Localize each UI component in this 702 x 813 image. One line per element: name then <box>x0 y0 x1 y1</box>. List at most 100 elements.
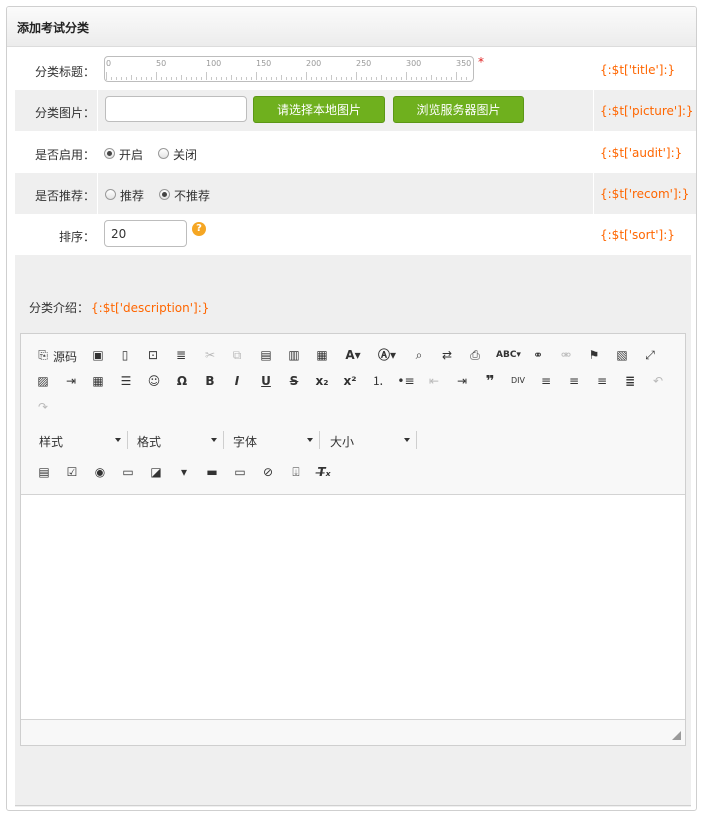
justify-icon[interactable]: ≣ <box>621 372 639 390</box>
ruler-tick <box>431 75 432 80</box>
audit-on-radio[interactable] <box>104 148 115 159</box>
maximize-icon[interactable]: ⤢ <box>641 346 659 364</box>
ruler-tick <box>206 72 207 80</box>
ruler-tick <box>416 77 417 80</box>
table-icon[interactable]: ▦ <box>89 372 107 390</box>
align-left-icon[interactable]: ≡ <box>537 372 555 390</box>
editor-content[interactable] <box>21 494 685 720</box>
smiley-icon[interactable]: ☺ <box>145 372 163 390</box>
size-select[interactable]: 大小 <box>330 431 417 449</box>
spellcheck-icon[interactable]: ABC▾ <box>496 346 521 364</box>
underline-icon[interactable]: U <box>257 372 275 390</box>
required-mark: * <box>478 55 484 69</box>
copy-icon[interactable]: ⧉ <box>228 346 246 364</box>
help-icon[interactable]: ? <box>192 222 206 236</box>
outdent-icon[interactable]: ⇤ <box>425 372 443 390</box>
italic-icon[interactable]: I <box>228 372 246 390</box>
source-button-label[interactable]: 源码 <box>53 348 77 365</box>
resize-handle[interactable] <box>672 731 681 740</box>
audit-off-label: 关闭 <box>173 148 198 162</box>
description-label-text: 分类介绍： <box>29 301 90 315</box>
browse-server-image-button[interactable]: 浏览服务器图片 <box>393 96 524 123</box>
ruler-tick <box>331 75 332 80</box>
blockquote-icon[interactable]: ❞ <box>481 372 499 390</box>
image-icon[interactable]: ▨ <box>34 372 52 390</box>
font-select-label: 字体 <box>233 435 258 449</box>
text-field-icon[interactable]: ▭ <box>119 463 137 481</box>
paste-word-icon[interactable]: ▦ <box>313 346 331 364</box>
radio-button-icon[interactable]: ◉ <box>91 463 109 481</box>
recom-no-label: 不推荐 <box>174 189 211 203</box>
ruler-tick <box>426 77 427 80</box>
numbered-list-icon[interactable]: ⒈ <box>369 372 387 390</box>
align-right-icon[interactable]: ≡ <box>593 372 611 390</box>
strike-icon[interactable]: S <box>285 372 303 390</box>
ruler-tick <box>261 77 262 80</box>
hidden-field-icon[interactable]: ⊘ <box>259 463 277 481</box>
ruler-tick <box>151 77 152 80</box>
form-icon[interactable]: ▤ <box>35 463 53 481</box>
page-break-icon[interactable]: ⍗ <box>287 463 305 481</box>
horizontal-rule-icon[interactable]: ☰ <box>117 372 135 390</box>
remove-format-icon[interactable]: T̶ₓ <box>315 463 333 481</box>
recom-yes-label: 推荐 <box>120 189 145 203</box>
find-icon[interactable]: ⌕ <box>410 346 428 364</box>
picture-label: 分类图片： <box>34 106 95 120</box>
flash-icon[interactable]: ⇥ <box>62 372 80 390</box>
select-field-icon[interactable]: ▾ <box>175 463 193 481</box>
checkbox-icon[interactable]: ☑ <box>63 463 81 481</box>
title-input[interactable]: 0 50 100 150 200 250 300 350 <box>104 56 474 82</box>
ruler-tick <box>271 77 272 80</box>
picture-input[interactable] <box>105 96 247 122</box>
div-container-icon[interactable]: DIV <box>509 372 527 390</box>
redo-icon[interactable]: ↷ <box>34 398 52 416</box>
new-page-icon[interactable]: ▯ <box>116 346 134 364</box>
unlink-icon[interactable]: ⚮ <box>557 346 575 364</box>
ruler-tick <box>111 77 112 80</box>
show-blocks-icon[interactable]: ▧ <box>613 346 631 364</box>
paste-icon[interactable]: ▤ <box>257 346 275 364</box>
recom-yes-radio[interactable] <box>105 189 116 200</box>
superscript-icon[interactable]: x² <box>341 372 359 390</box>
undo-icon[interactable]: ↶ <box>649 372 667 390</box>
replace-icon[interactable]: ⇄ <box>438 346 456 364</box>
ruler-mark-label: 300 <box>406 59 422 68</box>
ruler-tick <box>161 77 162 80</box>
style-select-chevron-icon <box>115 438 121 442</box>
audit-off-radio[interactable] <box>158 148 169 159</box>
ruler-tick <box>266 77 267 80</box>
size-select-chevron-icon <box>404 438 410 442</box>
ruler-tick <box>351 77 352 80</box>
style-select[interactable]: 样式 <box>39 431 128 449</box>
anchor-icon[interactable]: ⚑ <box>585 346 603 364</box>
recom-no-radio[interactable] <box>159 189 170 200</box>
text-color-icon[interactable]: A▾ <box>344 346 362 364</box>
indent-icon[interactable]: ⇥ <box>453 372 471 390</box>
font-select[interactable]: 字体 <box>233 431 320 449</box>
image-button-icon[interactable]: ▭ <box>231 463 249 481</box>
save-icon[interactable]: ▣ <box>89 346 107 364</box>
select-local-image-button[interactable]: 请选择本地图片 <box>253 96 385 123</box>
select-all-icon[interactable]: ⎙ <box>466 346 484 364</box>
button-icon[interactable]: ▬ <box>203 463 221 481</box>
format-select[interactable]: 格式 <box>137 431 224 449</box>
subscript-icon[interactable]: x₂ <box>313 372 331 390</box>
link-icon[interactable]: ⚭ <box>529 346 547 364</box>
title-row: 分类标题： 0 50 100 150 200 250 300 350 * {:$t['titl… <box>15 48 696 90</box>
sort-input[interactable]: 20 <box>104 220 187 247</box>
divider <box>15 805 691 806</box>
bulleted-list-icon[interactable]: •≡ <box>397 372 415 390</box>
source-icon[interactable]: ⎘ <box>34 346 52 364</box>
textarea-icon[interactable]: ◪ <box>147 463 165 481</box>
cut-icon[interactable]: ✂ <box>201 346 219 364</box>
ruler-tick <box>341 77 342 80</box>
paste-text-icon[interactable]: ▥ <box>285 346 303 364</box>
rich-text-editor: ⎘ 源码 ▣ ▯ ⊡ ≣ ✂ ⧉ ▤ ▥ ▦ A▾ Ⓐ▾ ⌕ ⇄ ⎙ ABC▾ … <box>20 333 686 746</box>
preview-icon[interactable]: ⊡ <box>144 346 162 364</box>
ruler-tick <box>456 72 457 80</box>
bold-icon[interactable]: B <box>201 372 219 390</box>
align-center-icon[interactable]: ≡ <box>565 372 583 390</box>
special-char-icon[interactable]: Ω <box>173 372 191 390</box>
bg-color-icon[interactable]: Ⓐ▾ <box>378 346 396 364</box>
template-icon[interactable]: ≣ <box>172 346 190 364</box>
